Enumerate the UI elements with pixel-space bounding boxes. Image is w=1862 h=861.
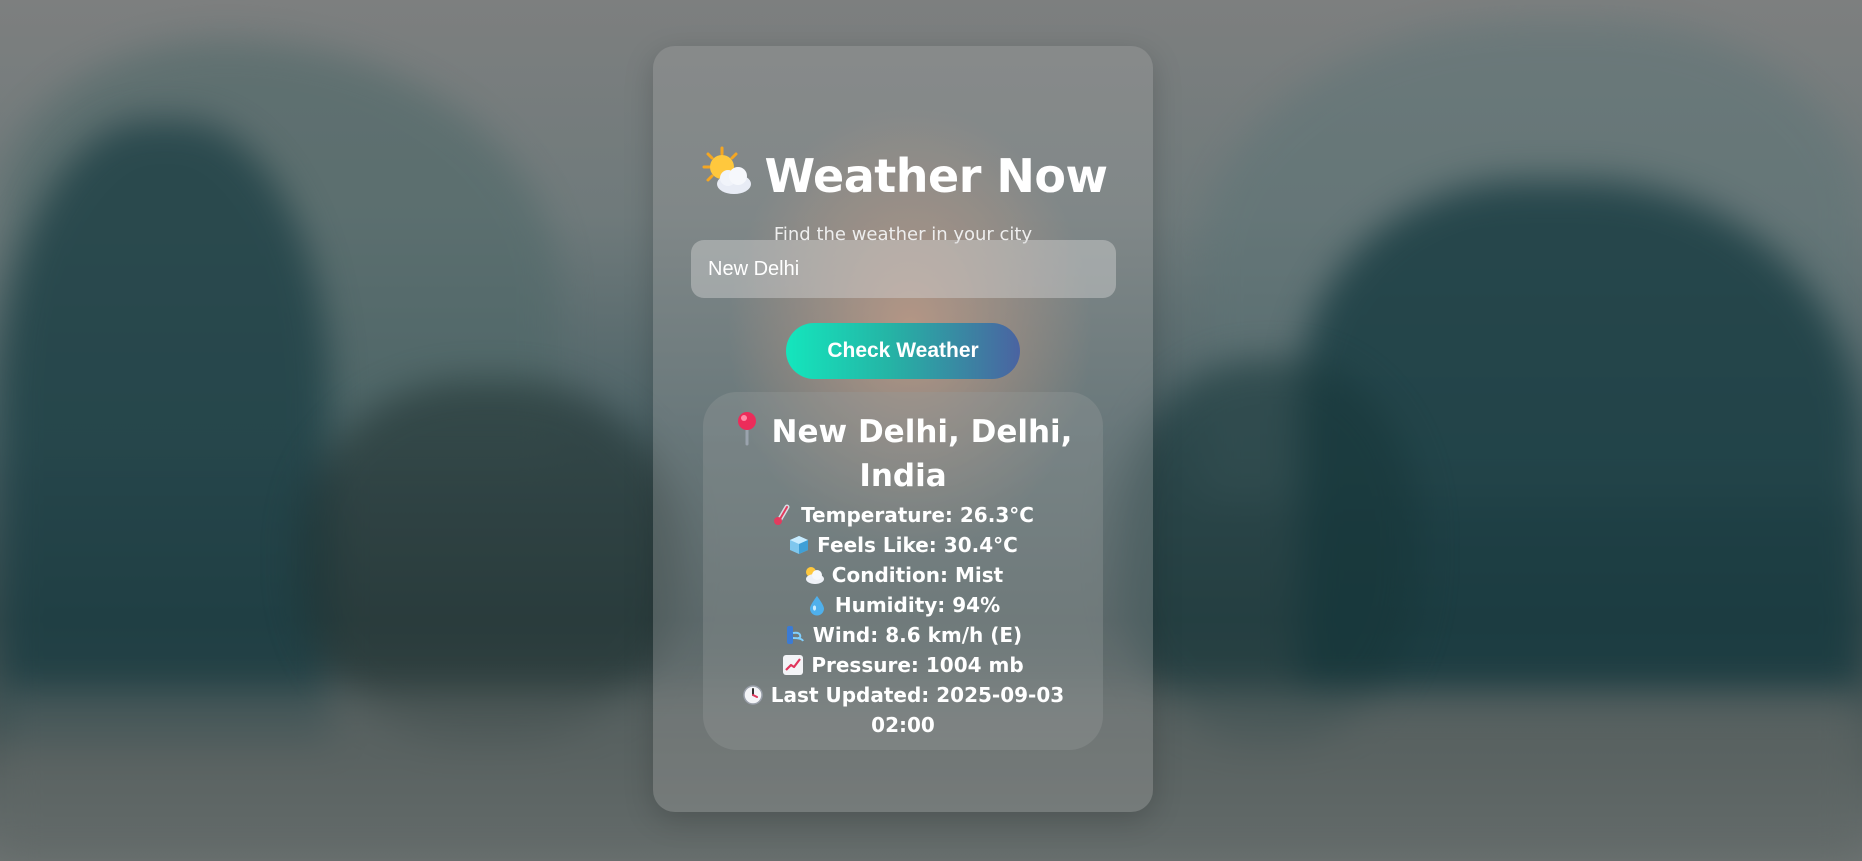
- city-search-input[interactable]: [691, 240, 1116, 298]
- chart-increasing-icon: [783, 655, 804, 675]
- pressure-label: Pressure:: [811, 653, 919, 677]
- humidity-label: Humidity:: [834, 593, 946, 617]
- location-heading: New Delhi, Delhi, India: [723, 410, 1083, 498]
- feels-like-value: 30.4°C: [943, 533, 1018, 557]
- pressure-row: Pressure: 1004 mb: [703, 650, 1103, 680]
- feels-like-label: Feels Like:: [817, 533, 937, 557]
- pin-icon: [737, 412, 756, 446]
- temperature-label: Temperature:: [801, 503, 953, 527]
- condition-row: Condition: Mist: [703, 560, 1103, 590]
- pressure-value: 1004 mb: [925, 653, 1024, 677]
- sun-behind-cloud-icon: [702, 146, 752, 194]
- thermometer-icon: [774, 504, 790, 525]
- ice-cube-icon: [790, 536, 809, 554]
- humidity-row: Humidity: 94%: [703, 590, 1103, 620]
- temperature-row: Temperature: 26.3°C: [703, 500, 1103, 530]
- condition-label: Condition:: [831, 563, 949, 587]
- last-updated-row: Last Updated: 2025-09-03 02:00: [733, 680, 1073, 740]
- app-title: Weather Now: [653, 146, 1153, 206]
- cloud-icon: [805, 567, 824, 584]
- clock-icon: [743, 685, 763, 705]
- droplet-icon: [809, 596, 824, 616]
- wind-icon: [786, 626, 804, 644]
- condition-value: Mist: [954, 563, 1004, 587]
- check-weather-button[interactable]: Check Weather: [786, 323, 1020, 379]
- location-text: New Delhi, Delhi, India: [771, 414, 1073, 494]
- wind-label: Wind:: [812, 623, 879, 647]
- weather-details: Temperature: 26.3°C Feels Like: 30.4°C C…: [703, 500, 1103, 740]
- app-title-text: Weather Now: [764, 149, 1108, 203]
- last-updated-label: Last Updated:: [770, 683, 930, 707]
- wind-value: 8.6 km/h (E): [885, 623, 1023, 647]
- wind-row: Wind: 8.6 km/h (E): [703, 620, 1103, 650]
- weather-result-panel: New Delhi, Delhi, India Temperature: 26.…: [703, 392, 1103, 750]
- feels-like-row: Feels Like: 30.4°C: [703, 530, 1103, 560]
- humidity-value: 94%: [952, 593, 1001, 617]
- temperature-value: 26.3°C: [959, 503, 1034, 527]
